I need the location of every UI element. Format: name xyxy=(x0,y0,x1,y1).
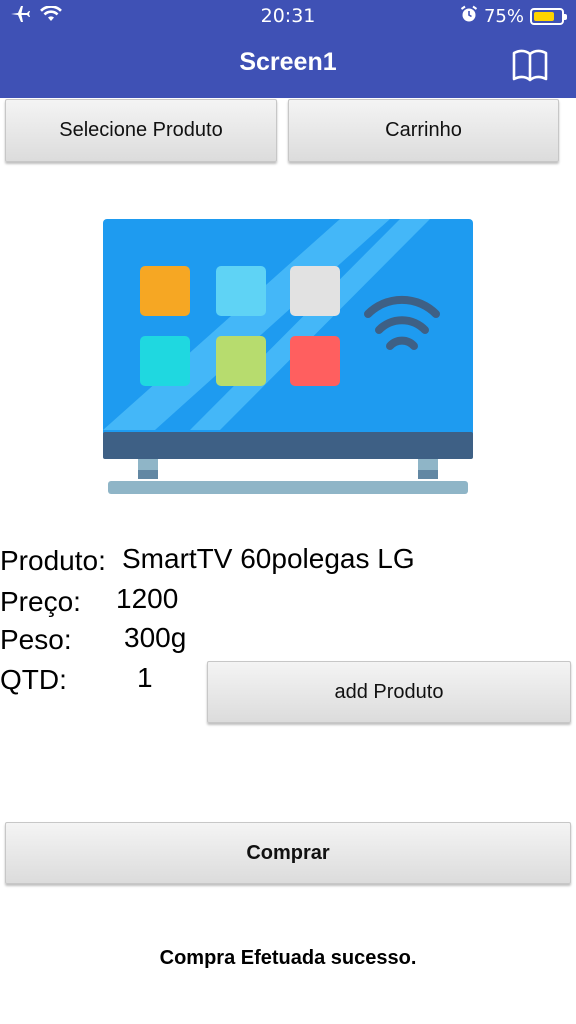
add-product-button[interactable]: add Produto xyxy=(207,661,571,723)
battery-icon xyxy=(530,7,567,25)
battery-level-fill xyxy=(534,11,554,21)
select-product-button[interactable]: Selecione Produto xyxy=(5,99,277,162)
smart-tv-icon xyxy=(100,216,476,498)
status-message: Compra Efetuada sucesso. xyxy=(159,947,417,969)
qty-value: 1 xyxy=(137,662,153,693)
alarm-icon xyxy=(460,5,478,28)
page-title: Screen1 xyxy=(239,48,337,76)
status-right-icons: 75% xyxy=(460,4,567,28)
status-bar: 20:31 75% xyxy=(0,0,576,32)
book-icon[interactable] xyxy=(510,47,550,83)
weight-label: Peso: xyxy=(0,624,72,655)
price-label: Preço: xyxy=(0,586,81,617)
price-value: 1200 xyxy=(116,583,179,614)
app-header: 20:31 75% Screen1 xyxy=(0,0,576,98)
product-name-label: Produto: xyxy=(0,545,106,576)
battery-percent: 75% xyxy=(483,5,524,27)
cart-button[interactable]: Carrinho xyxy=(288,99,559,162)
buy-button[interactable]: Comprar xyxy=(5,822,571,884)
qty-label: QTD: xyxy=(0,664,67,695)
weight-value: 300g xyxy=(124,622,187,653)
product-name-value: SmartTV 60polegas LG xyxy=(122,543,415,574)
